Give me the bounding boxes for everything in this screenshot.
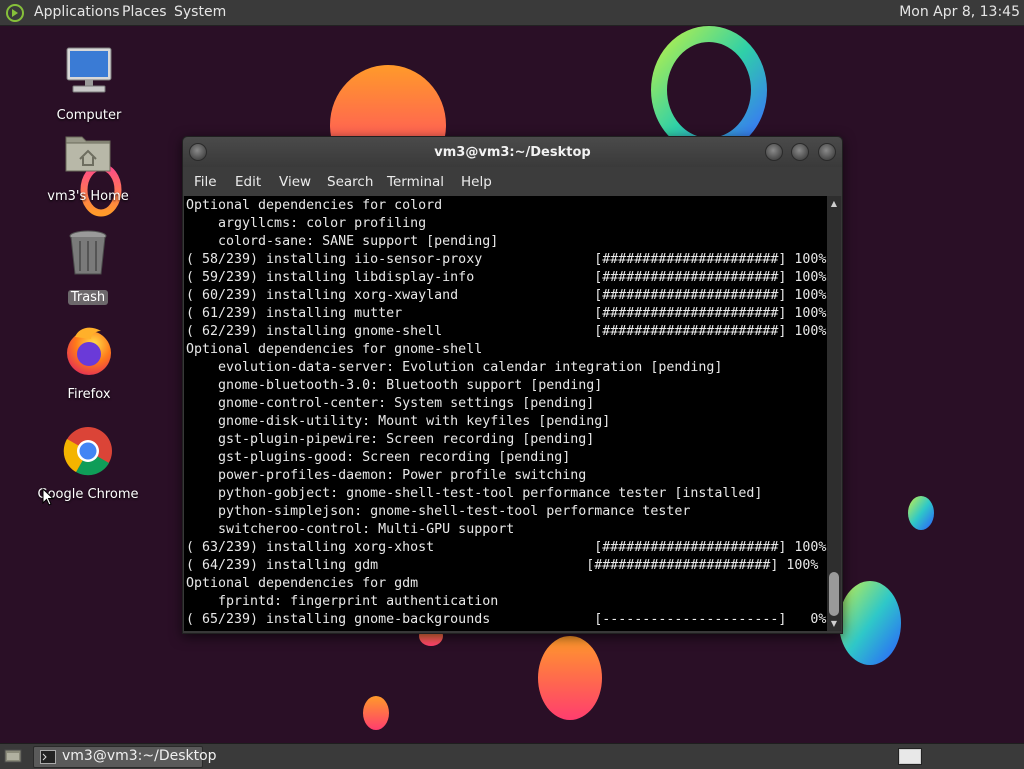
system-menu[interactable]: System [174, 4, 226, 21]
scrollbar-thumb[interactable] [829, 572, 839, 616]
bottom-panel: vm3@vm3:~/Desktop [0, 743, 1024, 769]
terminal-icon [40, 750, 56, 764]
terminal-line: argyllcms: color profiling [186, 216, 427, 231]
minimize-button[interactable] [765, 143, 783, 161]
desktop-icon-computer[interactable]: Computer [34, 44, 144, 123]
terminal-menubar: File Edit View Search Terminal Help [183, 167, 842, 196]
desktop-icon-label: Trash [67, 290, 109, 305]
taskbar-window-button[interactable]: vm3@vm3:~/Desktop [33, 746, 217, 768]
terminal-line: gst-plugins-good: Screen recording [pend… [186, 450, 571, 465]
scroll-down-arrow-icon[interactable]: ▼ [829, 619, 839, 629]
menu-search[interactable]: Search [327, 174, 373, 190]
terminal-line: python-simplejson: gnome-shell-test-tool… [186, 504, 691, 519]
desktop-icon-label: Computer [56, 108, 122, 123]
menu-terminal[interactable]: Terminal [387, 174, 444, 190]
terminal-output[interactable]: Optional dependencies for colord argyllc… [184, 196, 827, 631]
terminal-line: evolution-data-server: Evolution calenda… [186, 360, 723, 375]
desktop-icon-firefox[interactable]: Firefox [34, 323, 144, 402]
terminal-line: colord-sane: SANE support [pending] [186, 234, 499, 249]
terminal-scrollbar[interactable]: ▲ ▼ [827, 196, 841, 631]
menu-help[interactable]: Help [461, 174, 492, 190]
desktop-icon-label: Firefox [67, 387, 111, 402]
terminal-line: ( 58/239) installing iio-sensor-proxy [#… [186, 252, 827, 267]
desktop-icon-trash[interactable]: Trash [33, 226, 143, 305]
top-panel: Applications Places System Mon Apr 8, 13… [0, 0, 1024, 26]
terminal-line: Optional dependencies for gnome-shell [186, 342, 483, 357]
scroll-up-arrow-icon[interactable]: ▲ [829, 199, 839, 209]
terminal-line: gst-plugin-pipewire: Screen recording [p… [186, 432, 595, 447]
terminal-line: ( 60/239) installing xorg-xwayland [####… [186, 288, 827, 303]
terminal-line: ( 63/239) installing xorg-xhost [#######… [186, 540, 827, 555]
desktop-icon-label: vm3's Home [47, 189, 129, 204]
terminal-line: gnome-disk-utility: Mount with keyfiles … [186, 414, 611, 429]
desktop-icon-home[interactable]: vm3's Home [33, 125, 143, 204]
applications-logo-icon[interactable] [5, 3, 25, 23]
maximize-button[interactable] [791, 143, 809, 161]
terminal-line: Optional dependencies for colord [186, 198, 443, 213]
mouse-cursor-icon [42, 488, 54, 506]
window-title: vm3@vm3:~/Desktop [434, 145, 591, 160]
menu-view[interactable]: View [279, 174, 311, 190]
window-titlebar[interactable]: vm3@vm3:~/Desktop [183, 137, 842, 167]
terminal-line: switcheroo-control: Multi-GPU support [186, 522, 515, 537]
home-folder-icon [65, 136, 111, 172]
terminal-line: gnome-bluetooth-3.0: Bluetooth support [… [186, 378, 603, 393]
terminal-line: fprintd: fingerprint authentication [186, 594, 499, 609]
terminal-line: ( 64/239) installing gdm [##############… [186, 558, 819, 573]
terminal-line: Optional dependencies for gdm [186, 576, 419, 591]
show-desktop-icon[interactable] [4, 748, 22, 764]
menu-edit[interactable]: Edit [235, 174, 261, 190]
terminal-line: ( 65/239) installing gnome-backgrounds [… [186, 612, 827, 627]
terminal-line: ( 61/239) installing mutter [###########… [186, 306, 827, 321]
terminal-line: ( 59/239) installing libdisplay-info [##… [186, 270, 827, 285]
panel-clock[interactable]: Mon Apr 8, 13:45 [899, 4, 1020, 21]
terminal-line: power-profiles-daemon: Power profile swi… [186, 468, 587, 483]
terminal-window[interactable]: vm3@vm3:~/Desktop File Edit View Search … [182, 136, 843, 634]
close-button[interactable] [818, 143, 836, 161]
places-menu[interactable]: Places [122, 4, 167, 21]
trash-icon [69, 230, 107, 275]
taskbar-window-label: vm3@vm3:~/Desktop [62, 748, 217, 764]
terminal-line: gnome-control-center: System settings [p… [186, 396, 595, 411]
applications-menu[interactable]: Applications [34, 4, 120, 21]
chrome-icon [63, 427, 112, 476]
terminal-line: python-gobject: gnome-shell-test-tool pe… [186, 486, 763, 501]
computer-icon [66, 47, 112, 93]
terminal-line: ( 62/239) installing gnome-shell [######… [186, 324, 827, 339]
workspace-switcher-icon[interactable] [898, 748, 922, 765]
menu-file[interactable]: File [194, 174, 217, 190]
firefox-icon [67, 327, 111, 375]
